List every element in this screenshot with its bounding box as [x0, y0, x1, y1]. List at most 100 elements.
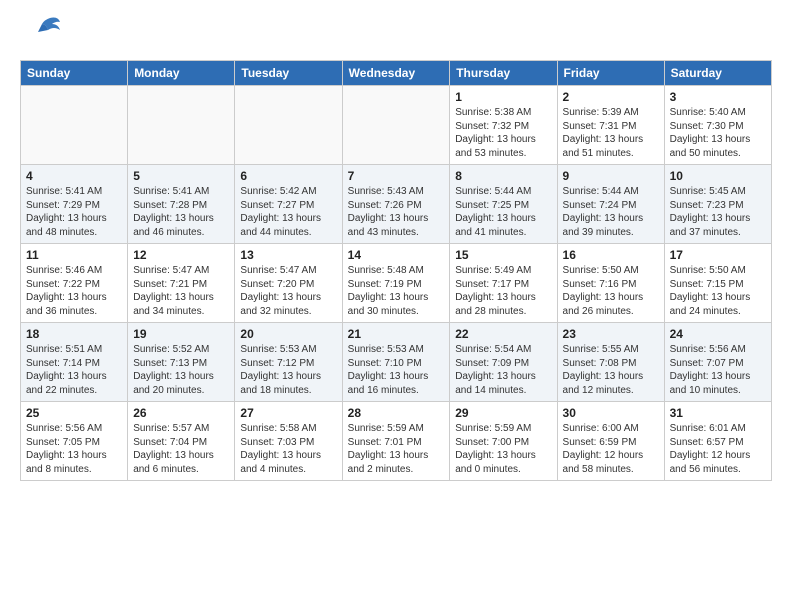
calendar-cell: 3 Sunrise: 5:40 AM Sunset: 7:30 PM Daylig… — [664, 86, 771, 165]
weekday-header-tuesday: Tuesday — [235, 61, 342, 86]
day-info: Sunrise: 5:51 AM Sunset: 7:14 PM Dayligh… — [26, 343, 122, 397]
day-info: Sunrise: 5:52 AM Sunset: 7:13 PM Dayligh… — [133, 343, 229, 397]
day-number: 24 — [670, 327, 766, 341]
calendar-week-row: 11Sunrise: 5:46 AM Sunset: 7:22 PM Dayli… — [21, 244, 772, 323]
day-info: Sunrise: 5:55 AM Sunset: 7:08 PM Dayligh… — [563, 343, 659, 397]
weekday-header-thursday: Thursday — [450, 61, 557, 86]
day-info: Sunrise: 5:59 AM Sunset: 7:01 PM Dayligh… — [348, 422, 445, 476]
weekday-header-saturday: Saturday — [664, 61, 771, 86]
calendar-cell: 13Sunrise: 5:47 AM Sunset: 7:20 PM Dayli… — [235, 244, 342, 323]
day-number: 19 — [133, 327, 229, 341]
day-info: Sunrise: 5:53 AM Sunset: 7:10 PM Dayligh… — [348, 343, 445, 397]
calendar-cell — [21, 86, 128, 165]
calendar-cell: 26 Sunrise: 5:57 AM Sunset: 7:04 PM Dayli… — [128, 402, 235, 481]
day-number: 29 — [455, 406, 551, 420]
calendar-cell: 1 Sunrise: 5:38 AM Sunset: 7:32 PM Daylig… — [450, 86, 557, 165]
calendar-cell: 30 Sunrise: 6:00 AM Sunset: 6:59 PM Dayli… — [557, 402, 664, 481]
day-number: 21 — [348, 327, 445, 341]
day-number: 16 — [563, 248, 659, 262]
weekday-header-row: SundayMondayTuesdayWednesdayThursdayFrid… — [21, 61, 772, 86]
calendar-week-row: 18 Sunrise: 5:51 AM Sunset: 7:14 PM Dayli… — [21, 323, 772, 402]
calendar-cell — [342, 86, 450, 165]
calendar-cell: 18 Sunrise: 5:51 AM Sunset: 7:14 PM Dayli… — [21, 323, 128, 402]
calendar-cell: 6Sunrise: 5:42 AM Sunset: 7:27 PM Daylig… — [235, 165, 342, 244]
day-number: 12 — [133, 248, 229, 262]
page-header — [20, 16, 772, 50]
calendar-cell: 22 Sunrise: 5:54 AM Sunset: 7:09 PM Dayli… — [450, 323, 557, 402]
day-info: Sunrise: 6:01 AM Sunset: 6:57 PM Dayligh… — [670, 422, 766, 476]
day-number: 28 — [348, 406, 445, 420]
day-info: Sunrise: 5:56 AM Sunset: 7:05 PM Dayligh… — [26, 422, 122, 476]
day-info: Sunrise: 5:58 AM Sunset: 7:03 PM Dayligh… — [240, 422, 336, 476]
day-info: Sunrise: 5:50 AM Sunset: 7:15 PM Dayligh… — [670, 264, 766, 318]
calendar-cell: 8 Sunrise: 5:44 AM Sunset: 7:25 PM Daylig… — [450, 165, 557, 244]
day-info: Sunrise: 5:44 AM Sunset: 7:24 PM Dayligh… — [563, 185, 659, 239]
day-number: 27 — [240, 406, 336, 420]
calendar-cell — [235, 86, 342, 165]
day-info: Sunrise: 5:47 AM Sunset: 7:21 PM Dayligh… — [133, 264, 229, 318]
day-number: 10 — [670, 169, 766, 183]
day-number: 23 — [563, 327, 659, 341]
calendar-cell: 20Sunrise: 5:53 AM Sunset: 7:12 PM Dayli… — [235, 323, 342, 402]
day-info: Sunrise: 5:53 AM Sunset: 7:12 PM Dayligh… — [240, 343, 336, 397]
day-number: 15 — [455, 248, 551, 262]
day-number: 3 — [670, 90, 766, 104]
day-info: Sunrise: 5:41 AM Sunset: 7:28 PM Dayligh… — [133, 185, 229, 239]
day-info: Sunrise: 5:40 AM Sunset: 7:30 PM Dayligh… — [670, 106, 766, 160]
calendar-cell: 5 Sunrise: 5:41 AM Sunset: 7:28 PM Daylig… — [128, 165, 235, 244]
weekday-header-sunday: Sunday — [21, 61, 128, 86]
weekday-header-friday: Friday — [557, 61, 664, 86]
calendar-cell: 11Sunrise: 5:46 AM Sunset: 7:22 PM Dayli… — [21, 244, 128, 323]
day-number: 14 — [348, 248, 445, 262]
day-number: 9 — [563, 169, 659, 183]
calendar-cell — [128, 86, 235, 165]
day-number: 26 — [133, 406, 229, 420]
day-number: 8 — [455, 169, 551, 183]
day-info: Sunrise: 6:00 AM Sunset: 6:59 PM Dayligh… — [563, 422, 659, 476]
weekday-header-wednesday: Wednesday — [342, 61, 450, 86]
day-number: 18 — [26, 327, 122, 341]
calendar-cell: 16 Sunrise: 5:50 AM Sunset: 7:16 PM Dayli… — [557, 244, 664, 323]
calendar-cell: 14 Sunrise: 5:48 AM Sunset: 7:19 PM Dayli… — [342, 244, 450, 323]
calendar-week-row: 1 Sunrise: 5:38 AM Sunset: 7:32 PM Daylig… — [21, 86, 772, 165]
logo-icon — [20, 16, 62, 50]
logo — [20, 16, 66, 50]
day-info: Sunrise: 5:54 AM Sunset: 7:09 PM Dayligh… — [455, 343, 551, 397]
day-number: 22 — [455, 327, 551, 341]
day-info: Sunrise: 5:39 AM Sunset: 7:31 PM Dayligh… — [563, 106, 659, 160]
weekday-header-monday: Monday — [128, 61, 235, 86]
calendar-week-row: 25 Sunrise: 5:56 AM Sunset: 7:05 PM Dayli… — [21, 402, 772, 481]
calendar-week-row: 4Sunrise: 5:41 AM Sunset: 7:29 PM Daylig… — [21, 165, 772, 244]
calendar-cell: 2 Sunrise: 5:39 AM Sunset: 7:31 PM Daylig… — [557, 86, 664, 165]
calendar-cell: 17 Sunrise: 5:50 AM Sunset: 7:15 PM Dayli… — [664, 244, 771, 323]
calendar-table: SundayMondayTuesdayWednesdayThursdayFrid… — [20, 60, 772, 481]
calendar-cell: 4Sunrise: 5:41 AM Sunset: 7:29 PM Daylig… — [21, 165, 128, 244]
day-number: 17 — [670, 248, 766, 262]
calendar-cell: 15Sunrise: 5:49 AM Sunset: 7:17 PM Dayli… — [450, 244, 557, 323]
day-info: Sunrise: 5:50 AM Sunset: 7:16 PM Dayligh… — [563, 264, 659, 318]
day-info: Sunrise: 5:48 AM Sunset: 7:19 PM Dayligh… — [348, 264, 445, 318]
day-number: 31 — [670, 406, 766, 420]
day-number: 13 — [240, 248, 336, 262]
day-number: 5 — [133, 169, 229, 183]
day-number: 25 — [26, 406, 122, 420]
calendar-cell: 29 Sunrise: 5:59 AM Sunset: 7:00 PM Dayli… — [450, 402, 557, 481]
day-number: 2 — [563, 90, 659, 104]
calendar-cell: 10 Sunrise: 5:45 AM Sunset: 7:23 PM Dayli… — [664, 165, 771, 244]
day-info: Sunrise: 5:44 AM Sunset: 7:25 PM Dayligh… — [455, 185, 551, 239]
day-info: Sunrise: 5:38 AM Sunset: 7:32 PM Dayligh… — [455, 106, 551, 160]
day-number: 30 — [563, 406, 659, 420]
day-info: Sunrise: 5:45 AM Sunset: 7:23 PM Dayligh… — [670, 185, 766, 239]
calendar-cell: 28 Sunrise: 5:59 AM Sunset: 7:01 PM Dayli… — [342, 402, 450, 481]
day-number: 4 — [26, 169, 122, 183]
day-info: Sunrise: 5:42 AM Sunset: 7:27 PM Dayligh… — [240, 185, 336, 239]
day-number: 11 — [26, 248, 122, 262]
calendar-cell: 21 Sunrise: 5:53 AM Sunset: 7:10 PM Dayli… — [342, 323, 450, 402]
calendar-cell: 9 Sunrise: 5:44 AM Sunset: 7:24 PM Daylig… — [557, 165, 664, 244]
day-info: Sunrise: 5:57 AM Sunset: 7:04 PM Dayligh… — [133, 422, 229, 476]
day-number: 7 — [348, 169, 445, 183]
day-number: 1 — [455, 90, 551, 104]
calendar-cell: 7Sunrise: 5:43 AM Sunset: 7:26 PM Daylig… — [342, 165, 450, 244]
calendar-cell: 19 Sunrise: 5:52 AM Sunset: 7:13 PM Dayli… — [128, 323, 235, 402]
day-info: Sunrise: 5:59 AM Sunset: 7:00 PM Dayligh… — [455, 422, 551, 476]
